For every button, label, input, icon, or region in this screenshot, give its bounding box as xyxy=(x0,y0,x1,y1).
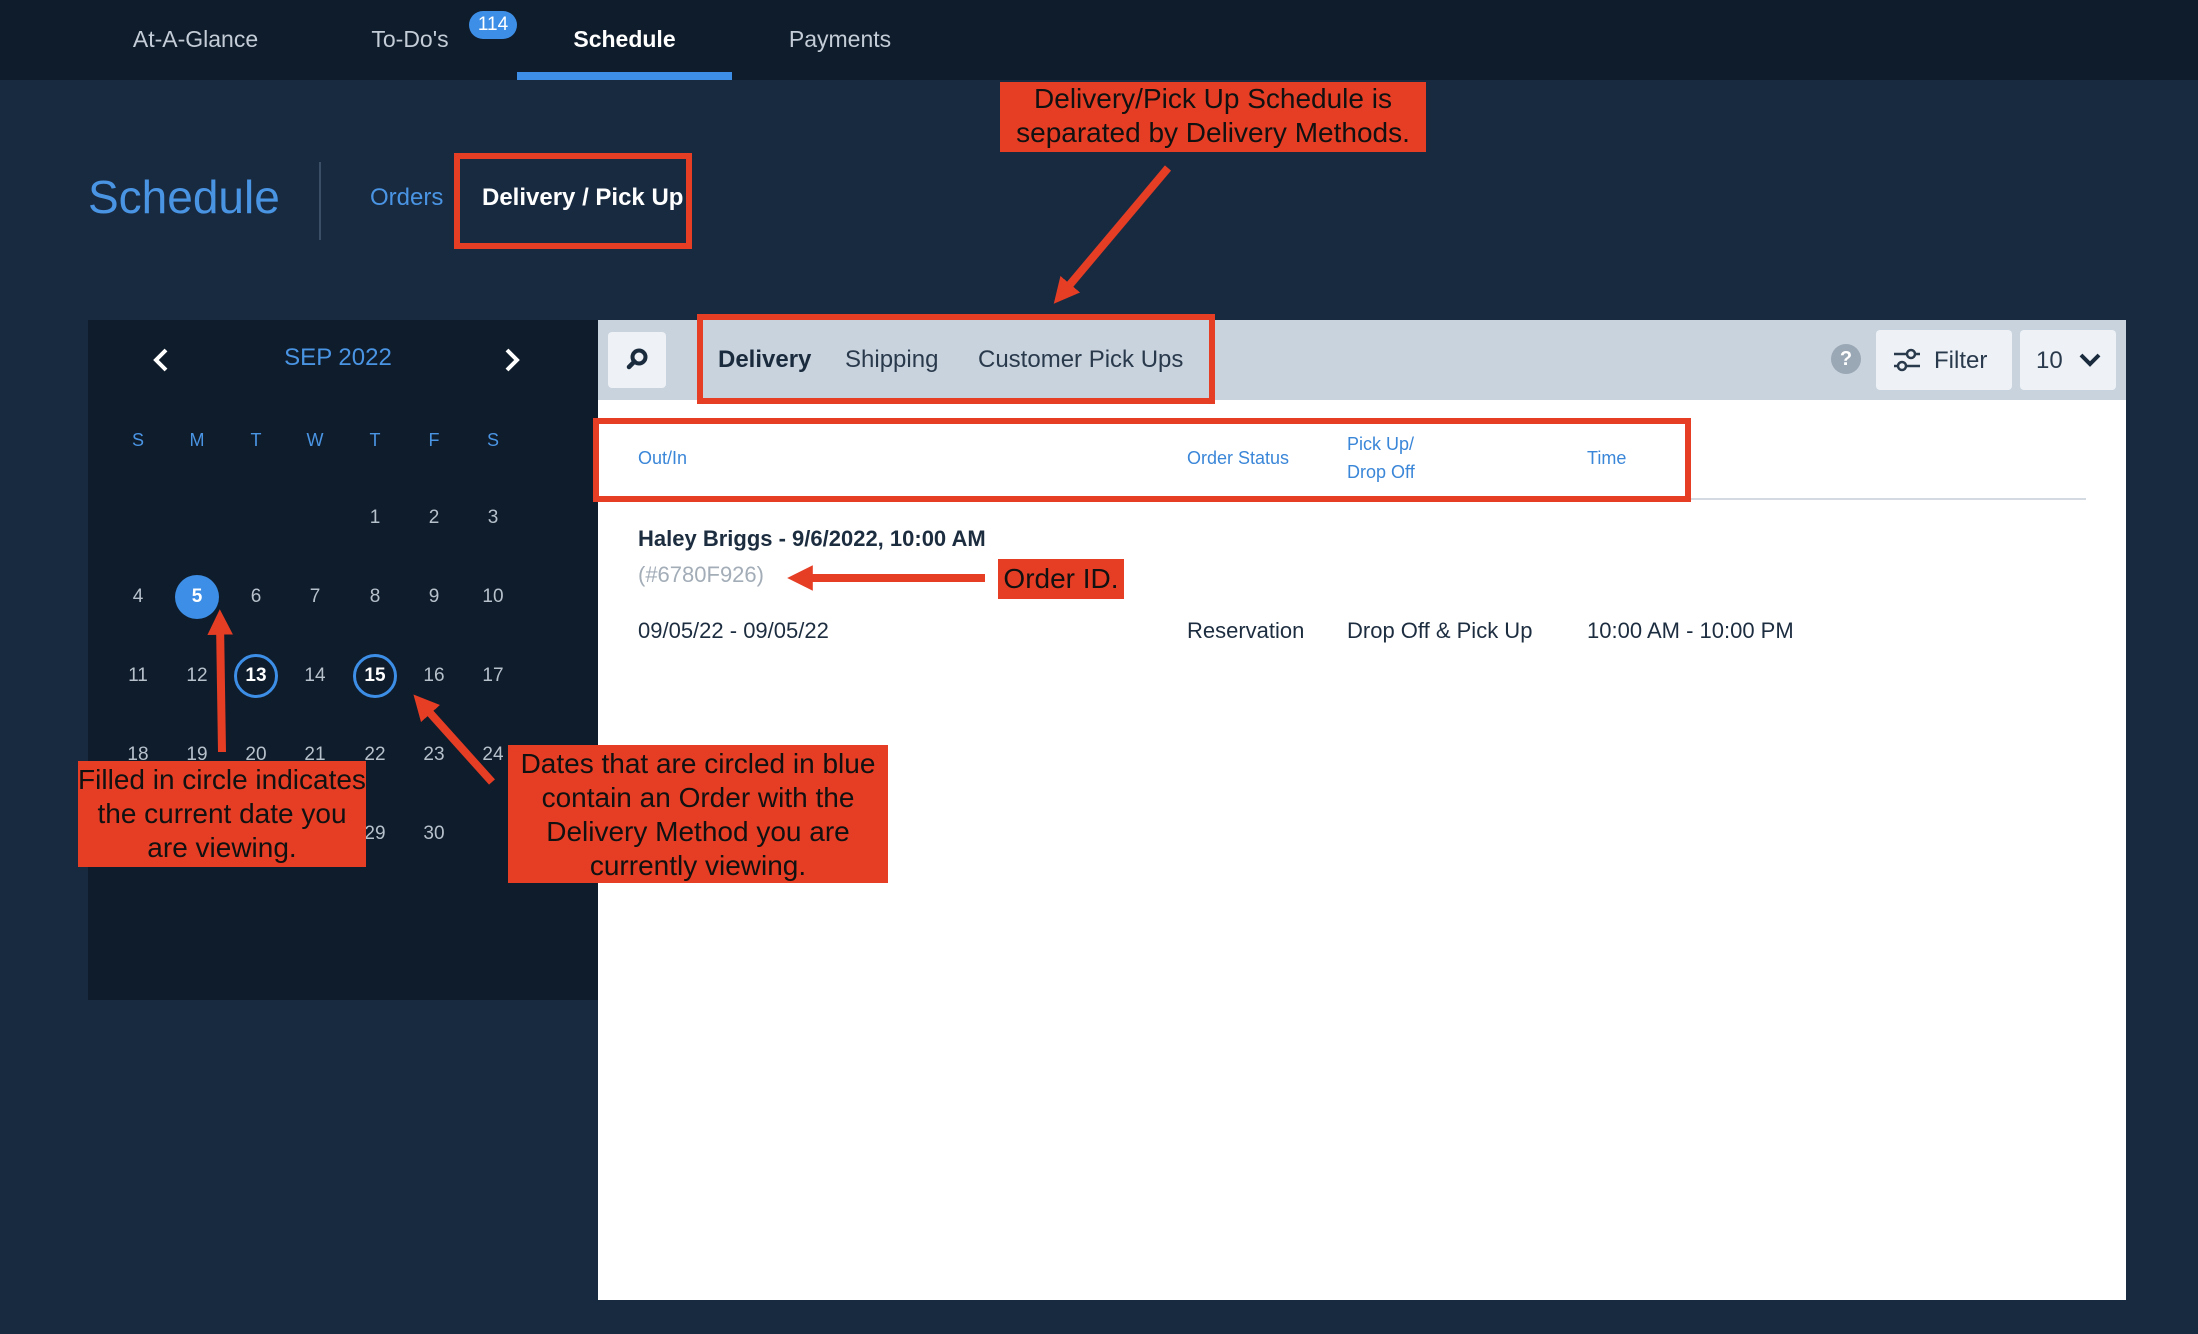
search-icon xyxy=(626,348,648,370)
annotation-methods: Delivery/Pick Up Schedule is separated b… xyxy=(1000,82,1426,152)
calendar-day-10[interactable]: 10 xyxy=(471,575,515,619)
search-button[interactable] xyxy=(608,332,666,388)
calendar-day-23[interactable]: 23 xyxy=(412,733,456,777)
calendar-day-2[interactable]: 2 xyxy=(412,496,456,540)
calendar-day-8[interactable]: 8 xyxy=(353,575,397,619)
weekday-label: S xyxy=(131,430,144,450)
calendar-day-7[interactable]: 7 xyxy=(293,575,337,619)
weekday-label: W xyxy=(306,430,324,450)
order-id: (#6780F926) xyxy=(638,562,764,587)
annotation-filled-circle: Filled in circle indicates the current d… xyxy=(78,761,366,867)
order-time: 10:00 AM - 10:00 PM xyxy=(1587,618,1794,643)
calendar-day-15[interactable]: 15 xyxy=(353,654,397,698)
title-divider xyxy=(319,162,321,240)
calendar-day-14[interactable]: 14 xyxy=(293,654,337,698)
order-title[interactable]: Haley Briggs - 9/6/2022, 10:00 AM xyxy=(638,526,986,552)
annotation-box-delivery-tab xyxy=(454,153,692,249)
nav-at-a-glance[interactable]: At-A-Glance xyxy=(118,0,273,80)
order-status: Reservation xyxy=(1187,618,1305,643)
tab-orders[interactable]: Orders xyxy=(370,184,443,212)
calendar: SEP 2022 S M T W T F S 1 2 3 4 5 6 7 8 9 10 11 12 13 14 15 16 1… xyxy=(88,320,600,1000)
todo-count-badge: 114 xyxy=(469,11,517,39)
nav-payments[interactable]: Payments xyxy=(770,0,910,80)
nav-active-indicator xyxy=(517,72,732,80)
nav-todos[interactable]: To-Do's xyxy=(360,0,460,80)
filter-label: Filter xyxy=(1934,347,1988,374)
calendar-day-3[interactable]: 3 xyxy=(471,496,515,540)
calendar-day-5[interactable]: 5 xyxy=(175,575,219,619)
calendar-day-16[interactable]: 16 xyxy=(412,654,456,698)
help-icon[interactable]: ? xyxy=(1831,344,1861,374)
weekday-label: T xyxy=(369,430,381,450)
filter-button[interactable]: Filter xyxy=(1876,330,2012,390)
order-dates: 09/05/22 - 09/05/22 xyxy=(638,618,829,643)
calendar-day-30[interactable]: 30 xyxy=(412,812,456,856)
calendar-day-11[interactable]: 11 xyxy=(116,654,160,698)
weekday-label: S xyxy=(486,430,499,450)
annotation-box-column-headers xyxy=(593,418,1691,502)
calendar-day-17[interactable]: 17 xyxy=(471,654,515,698)
calendar-day-6[interactable]: 6 xyxy=(234,575,278,619)
chevron-down-icon xyxy=(2079,353,2101,367)
top-nav: At-A-Glance To-Do's 114 Schedule Payment… xyxy=(0,0,2198,80)
order-pickup: Drop Off & Pick Up xyxy=(1347,618,1533,643)
calendar-day-9[interactable]: 9 xyxy=(412,575,456,619)
calendar-day-12[interactable]: 12 xyxy=(175,654,219,698)
weekday-label: F xyxy=(428,430,440,450)
arrow-methods xyxy=(1053,165,1172,304)
annotation-box-method-tabs xyxy=(697,314,1215,404)
calendar-day-4[interactable]: 4 xyxy=(116,575,160,619)
next-month-icon[interactable] xyxy=(491,340,531,380)
calendar-day-1[interactable]: 1 xyxy=(353,496,397,540)
annotation-order-id: Order ID. xyxy=(998,559,1124,599)
calendar-day-13[interactable]: 13 xyxy=(234,654,278,698)
page-title: Schedule xyxy=(88,171,280,223)
annotation-circled-dates: Dates that are circled in blue contain a… xyxy=(508,745,888,883)
per-page-select[interactable]: 10 xyxy=(2020,330,2116,390)
nav-schedule[interactable]: Schedule xyxy=(517,0,732,80)
per-page-value: 10 xyxy=(2036,347,2063,374)
weekday-label: T xyxy=(250,430,262,450)
sliders-icon xyxy=(1894,348,1920,372)
weekday-label: M xyxy=(189,430,205,450)
